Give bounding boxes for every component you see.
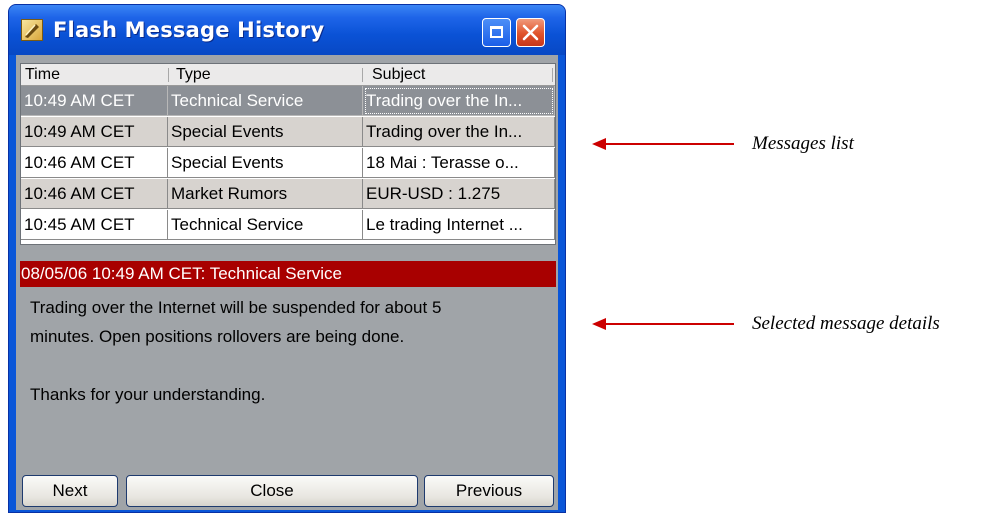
cell-type: Special Events bbox=[168, 148, 363, 178]
table-row[interactable]: 10:45 AM CET Technical Service Le tradin… bbox=[21, 210, 555, 241]
column-header-subject[interactable]: Subject bbox=[368, 64, 554, 85]
message-detail-body: Trading over the Internet will be suspen… bbox=[20, 287, 556, 469]
message-line: Thanks for your understanding. bbox=[30, 385, 266, 404]
maximize-button[interactable] bbox=[482, 18, 511, 47]
table-row[interactable]: 10:49 AM CET Technical Service Trading o… bbox=[21, 86, 555, 117]
message-line: minutes. Open positions rollovers are be… bbox=[30, 327, 405, 346]
selected-details-arrow bbox=[592, 318, 734, 330]
flash-message-history-window: Flash Message History Time Type Subject … bbox=[8, 4, 566, 513]
table-row[interactable]: 10:49 AM CET Special Events Trading over… bbox=[21, 117, 555, 148]
cell-type: Technical Service bbox=[168, 210, 363, 240]
cell-type: Technical Service bbox=[168, 86, 363, 116]
cell-subject: Trading over the In... bbox=[363, 86, 555, 116]
cell-time: 10:45 AM CET bbox=[21, 210, 168, 240]
column-divider[interactable] bbox=[362, 68, 363, 82]
cell-time: 10:49 AM CET bbox=[21, 117, 168, 147]
cell-time: 10:46 AM CET bbox=[21, 148, 168, 178]
table-row[interactable]: 10:46 AM CET Market Rumors EUR-USD : 1.2… bbox=[21, 179, 555, 210]
table-row[interactable]: 10:46 AM CET Special Events 18 Mai : Ter… bbox=[21, 148, 555, 179]
close-window-button[interactable] bbox=[516, 18, 545, 47]
close-button[interactable]: Close bbox=[126, 475, 418, 507]
maximize-icon bbox=[490, 26, 503, 38]
cell-time: 10:46 AM CET bbox=[21, 179, 168, 209]
cell-subject: 18 Mai : Terasse o... bbox=[363, 148, 555, 178]
cell-type: Special Events bbox=[168, 117, 363, 147]
column-header-time[interactable]: Time bbox=[21, 64, 168, 85]
messages-list-arrow bbox=[592, 138, 734, 150]
cell-time: 10:49 AM CET bbox=[21, 86, 168, 116]
previous-button[interactable]: Previous bbox=[424, 475, 554, 507]
close-icon bbox=[522, 24, 539, 41]
message-line: Trading over the Internet will be suspen… bbox=[30, 298, 442, 317]
table-header: Time Type Subject bbox=[21, 64, 555, 86]
cell-type: Market Rumors bbox=[168, 179, 363, 209]
messages-table: Time Type Subject 10:49 AM CET Technical… bbox=[20, 63, 556, 245]
column-divider[interactable] bbox=[552, 68, 553, 82]
flash-icon bbox=[21, 19, 43, 41]
title-bar[interactable]: Flash Message History bbox=[9, 5, 565, 55]
window-title: Flash Message History bbox=[53, 18, 325, 42]
next-button[interactable]: Next bbox=[22, 475, 118, 507]
column-header-type[interactable]: Type bbox=[172, 64, 362, 85]
messages-list-label: Messages list bbox=[752, 133, 854, 154]
selected-details-label: Selected message details bbox=[752, 313, 940, 334]
cell-subject: Le trading Internet ... bbox=[363, 210, 555, 240]
column-divider[interactable] bbox=[168, 68, 169, 82]
cell-subject: Trading over the In... bbox=[363, 117, 555, 147]
window-client-area: Time Type Subject 10:49 AM CET Technical… bbox=[16, 55, 558, 510]
cell-subject: EUR-USD : 1.275 bbox=[363, 179, 555, 209]
message-detail-header: 08/05/06 10:49 AM CET: Technical Service bbox=[20, 261, 556, 287]
